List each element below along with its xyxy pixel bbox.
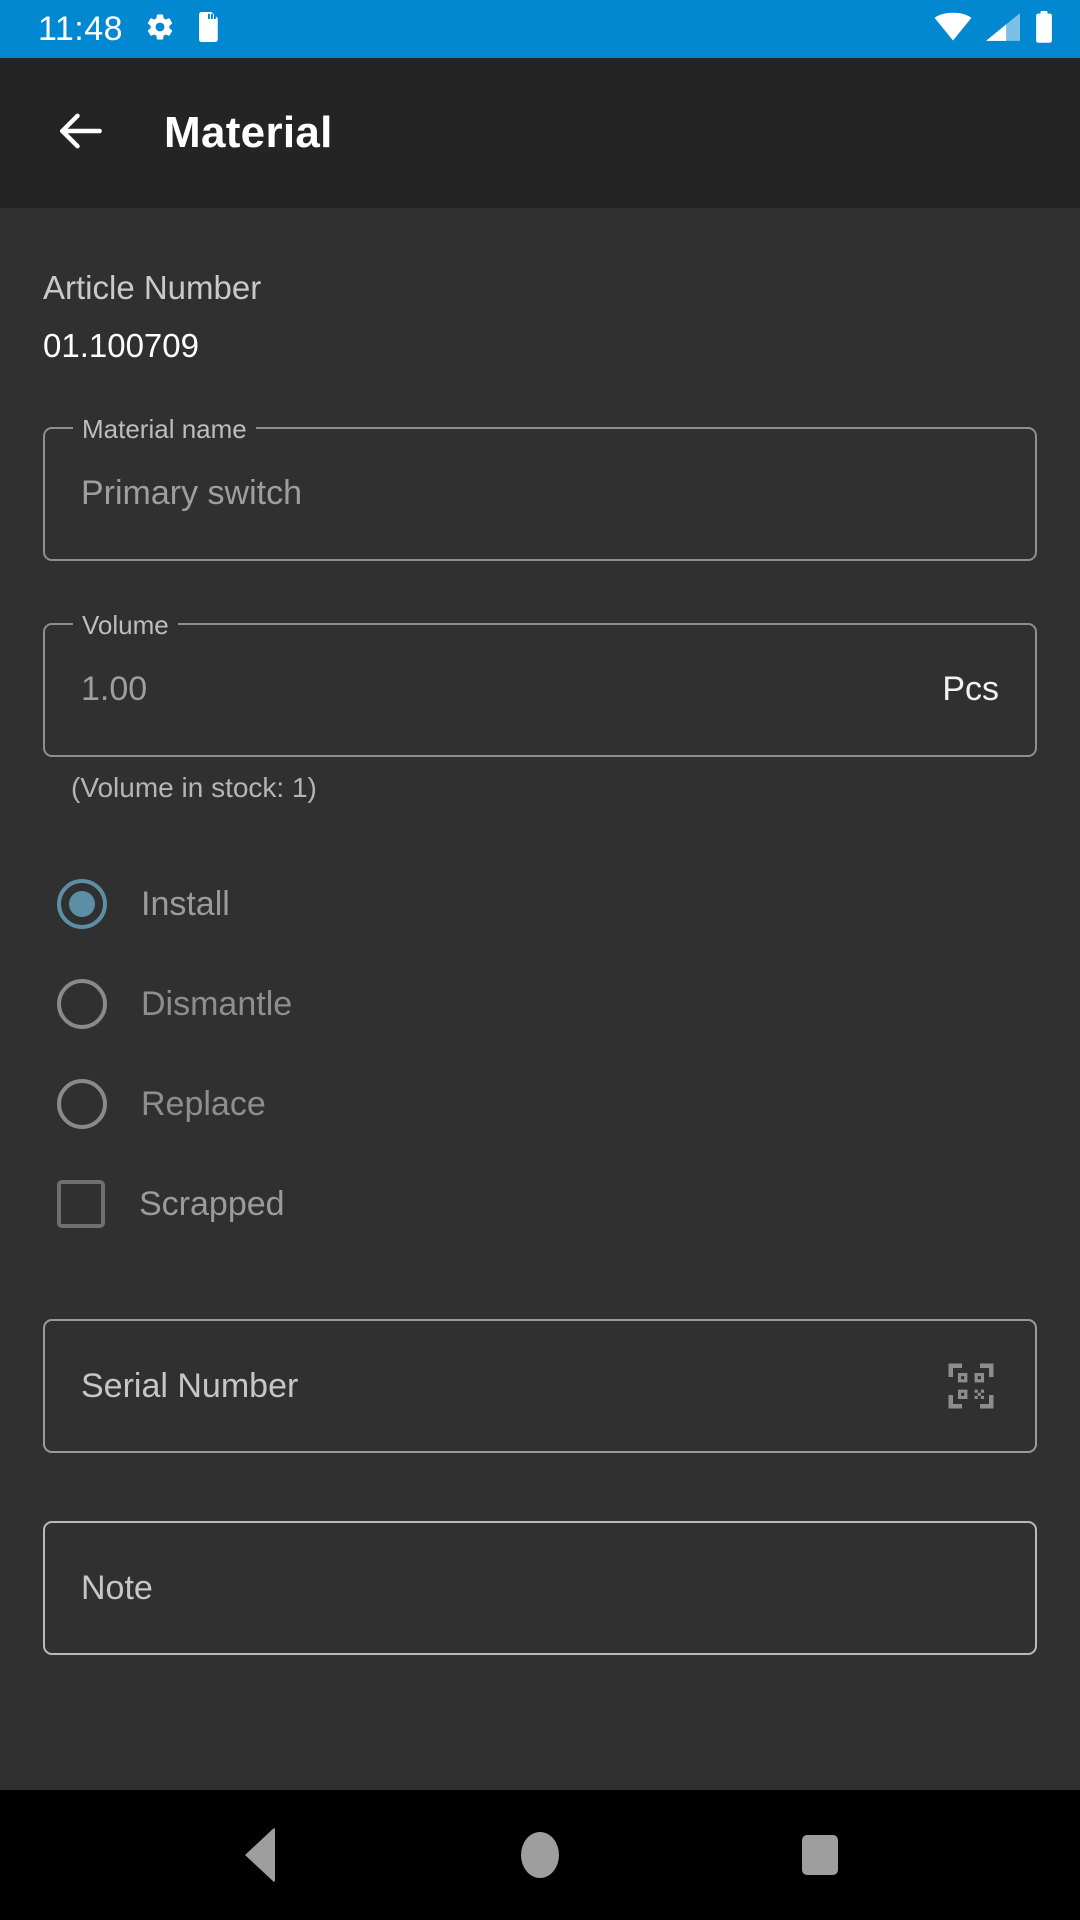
material-name-field[interactable]: Material name Primary switch — [43, 413, 1037, 561]
action-options-group: Install Dismantle Replace Scrapped — [43, 875, 1037, 1233]
status-bar-left: 11:48 — [38, 10, 221, 48]
material-name-value: Primary switch — [81, 473, 303, 512]
radio-option-dismantle[interactable]: Dismantle — [43, 975, 1037, 1033]
serial-number-field[interactable]: Serial Number — [43, 1319, 1037, 1454]
radio-option-dismantle-label: Dismantle — [141, 984, 293, 1023]
checkbox-unchecked-icon — [57, 1180, 105, 1229]
sd-card-icon — [197, 11, 221, 47]
wifi-icon — [934, 12, 972, 47]
app-bar: Material — [0, 58, 1080, 208]
volume-value: 1.00 — [81, 669, 148, 708]
phone-screen: 11:48 Material Article Number 01.100709 … — [0, 0, 1080, 1920]
radio-option-install-label: Install — [141, 884, 230, 923]
serial-number-placeholder: Serial Number — [81, 1366, 299, 1405]
note-field[interactable]: Note — [43, 1521, 1037, 1656]
article-number-value: 01.100709 — [43, 327, 199, 365]
nav-home-circle-icon — [521, 1832, 559, 1878]
volume-label: Volume — [73, 609, 178, 640]
page-title: Material — [164, 108, 333, 157]
volume-unit: Pcs — [942, 669, 999, 708]
nav-home-button[interactable] — [485, 1800, 595, 1910]
status-bar: 11:48 — [0, 0, 1080, 58]
arrow-left-icon — [53, 103, 109, 164]
radio-option-replace-label: Replace — [141, 1084, 266, 1123]
cellular-signal-icon — [986, 12, 1020, 47]
radio-unselected-icon — [57, 1079, 107, 1130]
radio-selected-icon — [57, 879, 107, 930]
status-bar-right — [934, 10, 1054, 48]
volume-stock-helper: (Volume in stock: 1) — [71, 771, 317, 803]
note-placeholder: Note — [81, 1568, 153, 1607]
status-clock: 11:48 — [38, 10, 124, 48]
radio-option-replace[interactable]: Replace — [43, 1075, 1037, 1133]
radio-option-install[interactable]: Install — [43, 875, 1037, 933]
article-number-label: Article Number — [43, 269, 262, 306]
system-navigation-bar — [0, 1790, 1080, 1920]
radio-unselected-icon — [57, 979, 107, 1030]
gear-icon — [145, 12, 175, 47]
nav-back-button[interactable] — [205, 1800, 315, 1910]
checkbox-option-scrapped-label: Scrapped — [139, 1184, 285, 1223]
form-content: Article Number 01.100709 Material name P… — [0, 208, 1080, 1790]
qr-code-scan-icon[interactable] — [943, 1358, 999, 1414]
battery-icon — [1034, 10, 1054, 48]
checkbox-option-scrapped[interactable]: Scrapped — [43, 1175, 1037, 1233]
nav-back-triangle-icon — [245, 1827, 275, 1883]
material-name-label: Material name — [73, 413, 256, 444]
back-button[interactable] — [42, 94, 120, 172]
volume-field[interactable]: Volume 1.00 Pcs — [43, 609, 1037, 757]
nav-recents-square-icon — [802, 1835, 838, 1875]
nav-recents-button[interactable] — [765, 1800, 875, 1910]
